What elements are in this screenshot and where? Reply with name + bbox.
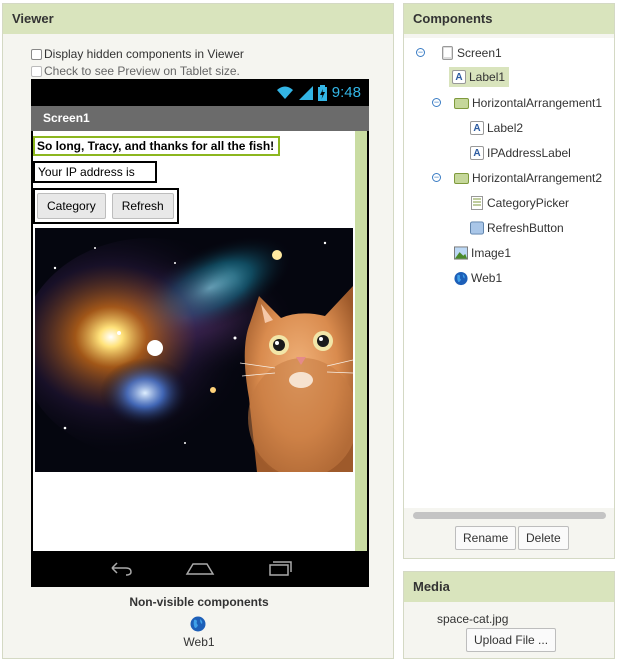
label2-preview[interactable]: Your IP address is xyxy=(38,165,135,179)
rename-button[interactable]: Rename xyxy=(455,526,517,550)
tree-label: Image1 xyxy=(471,246,512,260)
components-horizontal-scrollbar[interactable] xyxy=(413,512,606,519)
nonvisible-components-title: Non-visible components xyxy=(129,595,269,609)
phone-preview: 9:48 Screen1 So long, Tracy, and thanks … xyxy=(31,79,369,587)
tablet-preview-checkbox[interactable] xyxy=(31,65,42,77)
tree-node-label2[interactable]: A Label2 xyxy=(470,121,523,135)
tree-label: RefreshButton xyxy=(487,221,564,235)
refresh-button-preview[interactable]: Refresh xyxy=(111,193,174,219)
screen-canvas: So long, Tracy, and thanks for all the f… xyxy=(33,131,367,551)
horizontal-arrangement2-preview[interactable]: Category Refresh xyxy=(33,188,179,224)
screen-title-bar: Screen1 xyxy=(31,106,369,131)
label-icon: A xyxy=(452,70,466,84)
label1-preview[interactable]: So long, Tracy, and thanks for all the f… xyxy=(33,136,280,156)
tree-node-web1[interactable]: Web1 xyxy=(454,271,502,285)
status-time: 9:48 xyxy=(331,84,361,101)
screen-icon xyxy=(440,46,454,60)
components-tree: − Screen1 A Label1 − HorizontalArrangeme… xyxy=(404,38,614,508)
tree-node-horizontalarrangement2[interactable]: HorizontalArrangement2 xyxy=(454,171,602,185)
tree-node-screen1[interactable]: Screen1 xyxy=(440,46,502,60)
tree-label: CategoryPicker xyxy=(487,196,570,210)
display-hidden-option[interactable]: Display hidden components in Viewer xyxy=(31,47,244,61)
tablet-preview-label: Check to see Preview on Tablet size. xyxy=(44,64,240,78)
nonvisible-item-web1: Web1 xyxy=(183,635,215,649)
space-cat-image xyxy=(35,228,353,472)
display-hidden-label: Display hidden components in Viewer xyxy=(44,47,244,61)
wifi-icon xyxy=(276,86,294,100)
tree-node-horizontalarrangement1[interactable]: HorizontalArrangement1 xyxy=(454,96,602,110)
back-icon xyxy=(106,560,134,579)
tree-label: Label2 xyxy=(487,121,524,135)
home-icon xyxy=(185,560,215,579)
image1-preview[interactable] xyxy=(35,228,353,472)
web-globe-icon xyxy=(454,271,468,285)
horizontal-arrangement1-preview[interactable]: Your IP address is xyxy=(33,161,157,183)
components-header: Components xyxy=(404,4,614,34)
collapse-harr2-icon[interactable]: − xyxy=(432,173,441,182)
category-picker-preview[interactable]: Category xyxy=(37,193,106,219)
tree-label: Web1 xyxy=(471,271,503,285)
tree-node-categorypicker[interactable]: CategoryPicker xyxy=(470,196,569,210)
tree-label: HorizontalArrangement2 xyxy=(472,171,603,185)
tree-node-ipaddresslabel[interactable]: A IPAddressLabel xyxy=(470,146,571,160)
media-header: Media xyxy=(404,572,614,602)
label-icon: A xyxy=(470,121,484,135)
tree-label: HorizontalArrangement1 xyxy=(472,96,603,110)
tablet-preview-option[interactable]: Check to see Preview on Tablet size. xyxy=(31,64,240,78)
media-panel: Media space-cat.jpg Upload File ... xyxy=(403,571,615,659)
screen-scrollbar[interactable] xyxy=(355,131,367,551)
button-icon xyxy=(470,221,484,235)
recents-icon xyxy=(266,560,294,579)
viewer-panel: Viewer Display hidden components in View… xyxy=(2,3,394,659)
tree-node-refreshbutton[interactable]: RefreshButton xyxy=(470,221,564,235)
upload-file-button[interactable]: Upload File ... xyxy=(466,628,557,652)
media-file-item[interactable]: space-cat.jpg xyxy=(437,612,508,626)
collapse-screen1-icon[interactable]: − xyxy=(416,48,425,57)
web-globe-icon xyxy=(190,616,206,635)
image-icon xyxy=(454,246,468,260)
tree-label: Label1 xyxy=(469,70,506,84)
tree-node-image1[interactable]: Image1 xyxy=(454,246,511,260)
arrangement-icon xyxy=(454,97,469,109)
components-panel: Components − Screen1 A Label1 − Horizont… xyxy=(403,3,615,559)
delete-button[interactable]: Delete xyxy=(518,526,569,550)
android-nav-bar xyxy=(31,551,369,587)
display-hidden-checkbox[interactable] xyxy=(31,48,42,60)
tree-label: IPAddressLabel xyxy=(487,146,571,160)
arrangement-icon xyxy=(454,172,469,184)
label-icon: A xyxy=(470,146,484,160)
tree-label: Screen1 xyxy=(457,46,502,60)
battery-icon xyxy=(317,84,327,101)
listpicker-icon xyxy=(470,196,484,210)
signal-icon xyxy=(298,85,313,100)
viewer-header: Viewer xyxy=(3,4,393,34)
status-bar: 9:48 xyxy=(31,79,369,106)
collapse-harr1-icon[interactable]: − xyxy=(432,98,441,107)
tree-node-label1[interactable]: A Label1 xyxy=(449,67,510,87)
